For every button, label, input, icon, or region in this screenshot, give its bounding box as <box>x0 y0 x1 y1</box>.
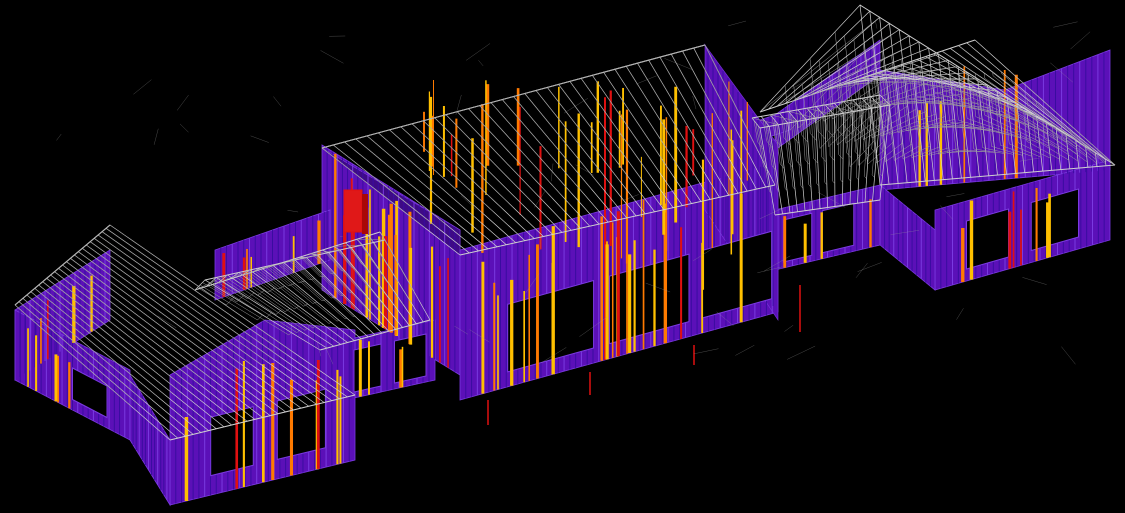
roof-brace <box>682 44 706 52</box>
truss-web <box>822 113 825 183</box>
roof-brace <box>479 99 503 106</box>
truss-web <box>320 324 324 326</box>
truss-member <box>563 98 589 114</box>
truss-member <box>455 94 462 115</box>
truss-member <box>735 345 755 356</box>
truss-member <box>1070 31 1091 50</box>
truss-web <box>966 73 968 83</box>
truss-member <box>250 135 269 143</box>
wall-opening <box>353 343 382 393</box>
roof-brace <box>547 81 570 88</box>
truss-member <box>693 348 719 355</box>
truss-member <box>133 79 152 95</box>
right-link-truss <box>843 101 854 205</box>
wall-opening <box>821 202 855 254</box>
truss-member <box>179 123 189 133</box>
truss-web <box>818 131 826 140</box>
roof-brace <box>569 75 593 82</box>
truss-member <box>320 50 344 64</box>
roof-brace <box>637 56 661 64</box>
truss-member <box>478 60 484 67</box>
truss-member <box>56 133 62 141</box>
roof-brace <box>366 129 390 137</box>
truss-member <box>857 262 882 272</box>
roof-brace <box>592 68 615 76</box>
truss-web <box>844 104 847 128</box>
truss-member <box>176 94 189 111</box>
truss-web <box>625 66 690 167</box>
truss-member <box>1061 346 1076 365</box>
truss-web <box>871 104 879 175</box>
truss-member <box>287 210 299 213</box>
highlighted-block-side <box>362 194 368 234</box>
model-viewport[interactable] <box>0 0 1125 513</box>
truss-web <box>434 117 524 206</box>
truss-member <box>1053 21 1078 28</box>
truss-member <box>466 43 491 61</box>
truss-member <box>636 75 657 85</box>
truss-web <box>423 120 514 208</box>
truss-web <box>490 102 573 194</box>
roof-brace <box>321 141 345 149</box>
truss-member <box>728 20 747 27</box>
truss-web <box>479 105 563 197</box>
truss-web <box>809 133 817 141</box>
truss-web <box>792 136 800 144</box>
truss-web <box>309 278 316 280</box>
highlighted-block <box>343 189 363 233</box>
wall-opening <box>782 212 813 263</box>
roof-brace <box>524 87 548 94</box>
truss-web <box>226 297 234 306</box>
truss-web <box>801 134 809 143</box>
truss-member <box>946 193 965 197</box>
truss-web <box>637 63 700 164</box>
roof-brace <box>457 105 480 112</box>
truss-member <box>875 20 878 29</box>
truss-member <box>855 262 868 278</box>
truss-web <box>456 111 543 201</box>
truss-member <box>787 345 816 360</box>
truss-web <box>288 283 295 287</box>
truss-web <box>328 322 332 324</box>
truss-web <box>856 177 859 181</box>
roof-brace <box>434 111 458 118</box>
truss-web <box>831 112 833 182</box>
truss-web <box>345 318 348 320</box>
truss-web <box>502 99 582 192</box>
roof-brace <box>344 135 368 143</box>
roof-brace <box>502 93 525 100</box>
truss-member <box>273 96 282 107</box>
roof-brace <box>659 50 683 58</box>
truss-member <box>956 308 964 320</box>
truss-web <box>614 69 680 169</box>
timber-frame-3d-wireframe <box>14 4 1116 507</box>
truss-web <box>840 179 843 183</box>
roof-brace <box>614 62 638 70</box>
truss-web <box>863 176 867 179</box>
truss-web <box>840 110 842 180</box>
truss-web <box>648 60 709 162</box>
truss-member <box>1022 277 1047 285</box>
truss-member <box>784 325 794 332</box>
truss-web <box>848 109 851 179</box>
truss-web <box>836 128 844 137</box>
truss-member <box>153 128 159 145</box>
wall-panels <box>14 39 1111 507</box>
roof-brace <box>389 123 413 131</box>
truss-web <box>871 174 875 178</box>
truss-web <box>336 320 340 322</box>
truss-web <box>848 178 851 182</box>
